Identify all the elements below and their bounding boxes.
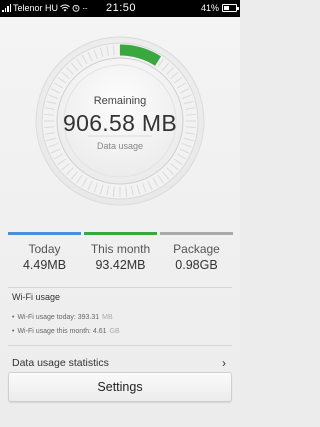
wifi-usage-title: Wi-Fi usage	[12, 292, 61, 302]
divider	[8, 345, 232, 346]
settings-button[interactable]: Settings	[8, 372, 232, 402]
wifi-usage-today: • Wi-Fi usage today: 393.31 MB	[12, 314, 113, 321]
wifi-today-text: Wi-Fi usage today: 393.31	[17, 314, 100, 321]
clock: 21:50	[106, 2, 137, 14]
stat-label-today: Today	[28, 242, 61, 256]
battery-icon	[222, 4, 239, 12]
data-usage-statistics-label: Data usage statistics	[12, 357, 109, 369]
more-icon: ···	[82, 3, 88, 13]
chevron-right-icon: ›	[222, 356, 226, 370]
wifi-month-unit: GB	[109, 328, 120, 335]
remaining-label: Remaining	[93, 95, 147, 107]
bullet-icon: •	[12, 314, 15, 321]
stat-bar-today	[8, 232, 81, 235]
status-bar: Telenor HU ··· 21:50 41%	[0, 0, 240, 17]
stat-today: Today 4.49MB	[8, 232, 81, 287]
stat-value-package: 0.98GB	[175, 258, 218, 272]
data-usage-caption: Data usage	[96, 141, 144, 151]
wifi-month-text: Wi-Fi usage this month: 4.61	[17, 328, 107, 335]
usage-stats: Today 4.49MB This month 93.42MB Package …	[8, 232, 233, 287]
wifi-usage-month: • Wi-Fi usage this month: 4.61 GB	[12, 328, 120, 335]
alarm-icon	[72, 4, 80, 12]
stat-bar-package	[160, 232, 233, 235]
carrier-label: Telenor HU	[13, 3, 59, 13]
stat-label-month: This month	[90, 242, 151, 256]
stat-bar-month	[84, 232, 157, 235]
status-left: Telenor HU ···	[2, 3, 88, 13]
data-usage-screen: Remaining 906.58 MB Data usage Today 4.4…	[0, 17, 240, 427]
usage-gauge: Remaining 906.58 MB Data usage	[0, 17, 240, 227]
wifi-today-unit: MB	[102, 314, 113, 321]
stat-label-package: Package	[173, 242, 220, 256]
stat-value-today: 4.49MB	[22, 258, 67, 272]
divider	[8, 287, 232, 288]
remaining-value: 906.58 MB	[63, 110, 177, 136]
status-right: 41%	[200, 3, 239, 13]
battery-percent: 41%	[200, 3, 219, 13]
stat-package: Package 0.98GB	[160, 232, 233, 287]
stat-month: This month 93.42MB	[84, 232, 157, 287]
stat-value-month: 93.42MB	[95, 258, 146, 272]
bullet-icon: •	[12, 328, 15, 335]
signal-icon	[2, 4, 11, 12]
wifi-icon	[60, 4, 70, 12]
